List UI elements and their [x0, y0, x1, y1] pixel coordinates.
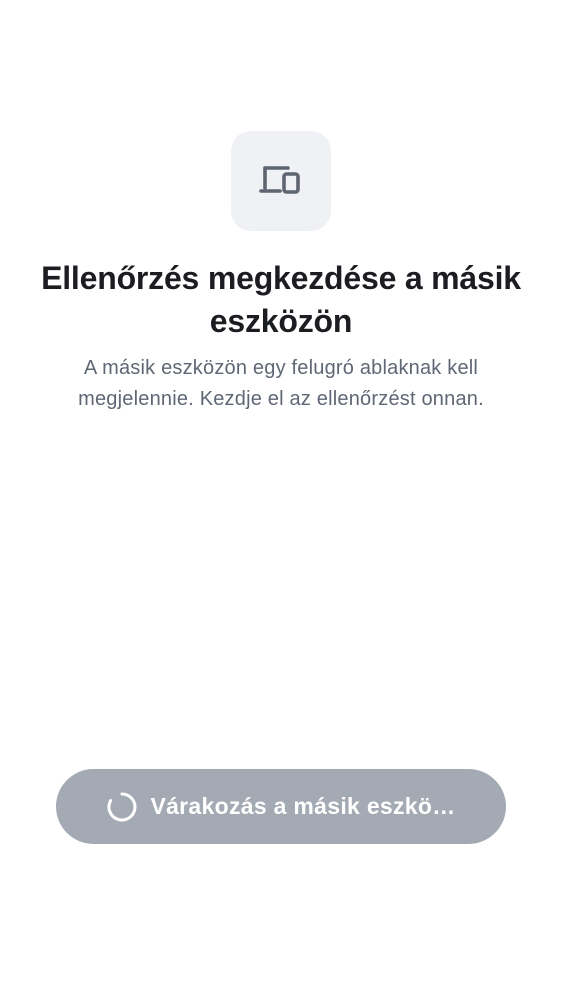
waiting-button[interactable]: Várakozás a másik eszkö… — [56, 769, 506, 844]
spinner-icon — [107, 792, 137, 821]
waiting-button-label: Várakozás a másik eszkö… — [150, 793, 456, 819]
page-subtitle: A másik eszközön egy felugró ablaknak ke… — [78, 357, 484, 410]
devices-icon — [259, 166, 300, 194]
devices-icon-tile — [231, 131, 331, 231]
page-title: Ellenőrzés megkezdése a másik eszközön — [41, 260, 521, 339]
